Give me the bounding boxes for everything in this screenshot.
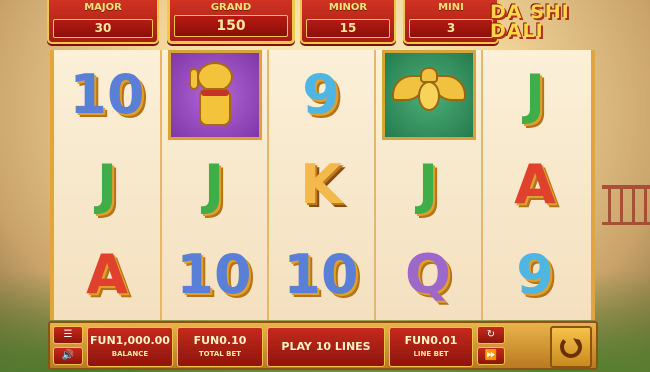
symbol-glyph: 10: [69, 63, 145, 126]
line-bet-label: LINE BET: [413, 350, 449, 358]
reel-3: 9 K 10: [268, 50, 375, 320]
reel-divider: [374, 50, 376, 320]
autoplay-icon: ↻: [486, 329, 496, 340]
symbol-glyph: 10: [283, 243, 359, 306]
symbol-10: 10: [57, 50, 157, 140]
balance-value: FUN1,000.00: [90, 334, 170, 347]
jackpot-mini: MINI 3: [403, 0, 499, 44]
menu-button[interactable]: ☰: [53, 326, 83, 344]
reel-5: JA 9: [482, 50, 589, 320]
golden-bat-icon: [392, 67, 466, 123]
symbol-glyph: 9: [516, 243, 554, 306]
reel-divider: [267, 50, 269, 320]
symbol-j: J: [485, 50, 585, 140]
jackpot-major: MAJOR 30: [47, 0, 159, 44]
line-bet-display[interactable]: FUN0.01 LINE BET: [389, 327, 473, 367]
jackpot-grand-label: GRAND: [210, 2, 252, 13]
jackpot-major-value: 30: [53, 19, 153, 38]
jackpot-mini-label: MINI: [438, 2, 464, 13]
symbol-glyph: J: [524, 63, 546, 126]
jackpot-major-label: MAJOR: [84, 2, 122, 13]
symbol-glyph: A: [86, 243, 128, 306]
spin-icon: [560, 336, 582, 358]
symbol-glyph: J: [96, 153, 118, 216]
balance-label: BALANCE: [111, 350, 149, 358]
menu-icon: ☰: [63, 329, 73, 340]
jackpot-grand-value: 150: [174, 15, 288, 37]
total-bet-display[interactable]: FUN0.10 TOTAL BET: [177, 327, 263, 367]
symbol-j: J: [378, 140, 478, 230]
symbol-golden-bat: [382, 50, 476, 140]
autoplay-button[interactable]: ↻: [477, 326, 505, 344]
balance-display: FUN1,000.00 BALANCE: [87, 327, 173, 367]
reel-divider: [481, 50, 483, 320]
symbol-k: K: [271, 140, 371, 230]
turbo-button[interactable]: ⏩: [477, 347, 505, 365]
jackpot-bar: MAJOR 30 GRAND 150 MINOR 15 MINI 3: [47, 0, 499, 48]
control-bar: ☰ 🔊 FUN1,000.00 BALANCE FUN0.10 TOTAL BE…: [48, 321, 598, 370]
total-bet-value: FUN0.10: [193, 334, 247, 347]
jackpot-minor-value: 15: [306, 19, 390, 38]
game-logo: DA SHI DALI: [490, 3, 610, 47]
reel-1: 10 J A: [54, 50, 161, 320]
speaker-icon: 🔊: [61, 350, 75, 361]
game-logo-line2: DALI: [490, 20, 544, 42]
symbol-q: Q: [378, 230, 478, 320]
symbol-glyph: 9: [302, 63, 340, 126]
symbol-10: 10: [164, 230, 264, 320]
fast-forward-icon: ⏩: [484, 350, 498, 361]
background-bridge: [602, 185, 650, 225]
symbol-9: 9: [271, 50, 371, 140]
jackpot-grand: GRAND 150: [167, 0, 295, 44]
reel-divider: [160, 50, 162, 320]
symbol-lucky-cat: [168, 50, 262, 140]
line-bet-value: FUN0.01: [404, 334, 458, 347]
sound-button[interactable]: 🔊: [53, 347, 83, 365]
symbol-j: J: [57, 140, 157, 230]
reel-grid: 10 J A J 10 9 K 10 J Q J A 9: [50, 50, 595, 320]
reel-4: JQ: [375, 50, 482, 320]
symbol-9: 9: [485, 230, 585, 320]
symbol-glyph: 10: [176, 243, 252, 306]
symbol-glyph: A: [514, 153, 556, 216]
jackpot-minor-label: MINOR: [328, 2, 368, 13]
symbol-glyph: J: [417, 153, 439, 216]
play-lines-button[interactable]: PLAY 10 LINES: [267, 327, 385, 367]
play-lines-label: PLAY 10 LINES: [281, 340, 371, 353]
jackpot-mini-value: 3: [409, 19, 493, 38]
jackpot-minor: MINOR 15: [300, 0, 396, 44]
symbol-glyph: K: [300, 153, 342, 216]
symbol-10: 10: [271, 230, 371, 320]
symbol-a: A: [485, 140, 585, 230]
symbol-glyph: J: [203, 153, 225, 216]
total-bet-label: TOTAL BET: [198, 350, 242, 358]
lucky-cat-icon: [189, 62, 241, 128]
symbol-a: A: [57, 230, 157, 320]
symbol-j: J: [164, 140, 264, 230]
reel-2: J 10: [161, 50, 268, 320]
symbol-glyph: Q: [405, 243, 451, 306]
spin-button[interactable]: [550, 326, 592, 368]
